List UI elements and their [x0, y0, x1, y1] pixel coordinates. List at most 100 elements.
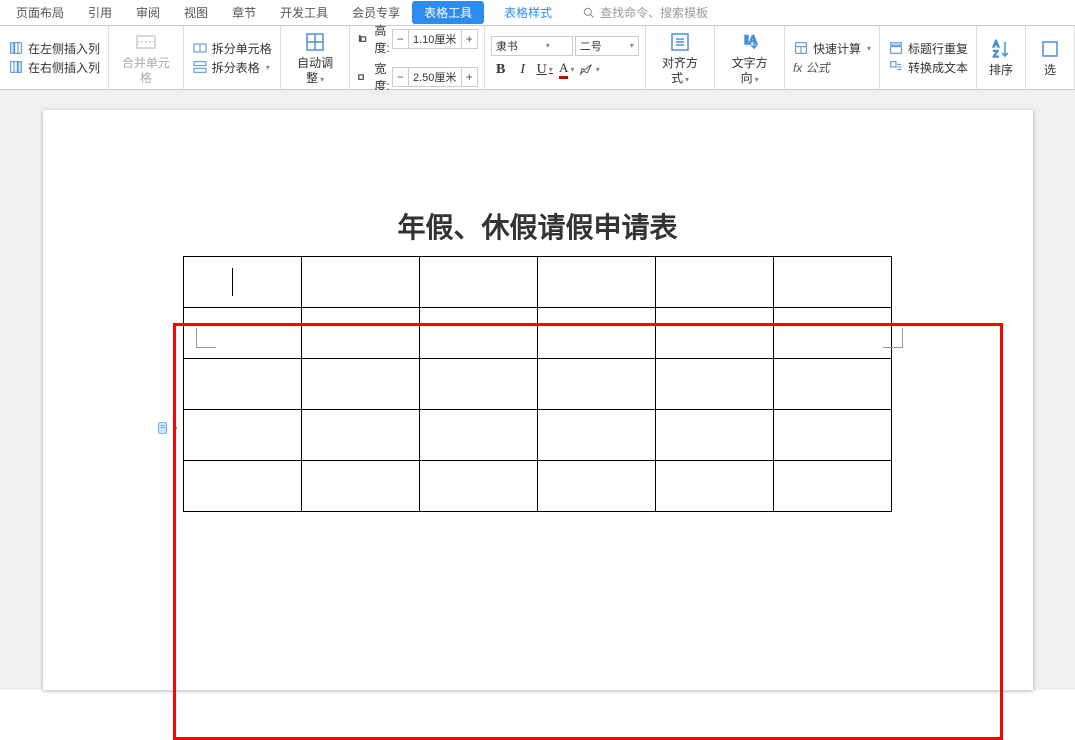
table-cell[interactable]: [774, 461, 892, 512]
auto-fit-button[interactable]: 自动调整▾: [287, 28, 344, 87]
table-cell[interactable]: [302, 461, 420, 512]
table-cell[interactable]: [302, 359, 420, 410]
table-cell[interactable]: [302, 257, 420, 308]
width-icon: □: [356, 69, 372, 85]
height-label: 高度:: [374, 22, 389, 56]
repeat-header-button[interactable]: 标题行重复: [886, 39, 970, 58]
document-table[interactable]: [183, 256, 892, 512]
row-height-spinner[interactable]: − 1.10厘米 +: [392, 29, 478, 49]
insert-right-label: 在右侧插入列: [28, 59, 100, 76]
font-size-combo[interactable]: 二号 ▾: [575, 36, 639, 56]
table-cell[interactable]: [538, 410, 656, 461]
quick-calc-label: 快速计算: [813, 40, 861, 57]
table-cell[interactable]: [420, 359, 538, 410]
width-label: 宽度:: [374, 60, 389, 94]
table-cell[interactable]: [656, 257, 774, 308]
width-plus[interactable]: +: [461, 68, 477, 86]
split-cells-label: 拆分单元格: [212, 40, 272, 57]
table-cell[interactable]: [538, 461, 656, 512]
table-cell[interactable]: [420, 461, 538, 512]
document-canvas[interactable]: ▾ 年假、休假请假申请表: [0, 90, 1075, 690]
tab-review[interactable]: 审阅: [124, 0, 172, 25]
tab-page-layout[interactable]: 页面布局: [4, 0, 76, 25]
table-cell[interactable]: [656, 359, 774, 410]
tab-developer[interactable]: 开发工具: [268, 0, 340, 25]
table-cell[interactable]: [420, 410, 538, 461]
text-direction-label: 文字方向: [732, 56, 768, 84]
convert-text-button[interactable]: 转换成文本: [886, 58, 970, 77]
table-cell[interactable]: [774, 308, 892, 359]
width-minus[interactable]: −: [393, 68, 409, 86]
document-page[interactable]: ▾ 年假、休假请假申请表: [43, 110, 1033, 690]
split-table-button[interactable]: 拆分表格 ▾: [190, 58, 274, 77]
table-cell[interactable]: [538, 308, 656, 359]
font-color-button[interactable]: A▾: [557, 60, 577, 80]
table-cell[interactable]: [420, 257, 538, 308]
table-row[interactable]: [184, 257, 892, 308]
split-cells-icon: [192, 40, 208, 56]
table-cell[interactable]: [420, 308, 538, 359]
table-cell[interactable]: [184, 461, 302, 512]
text-direction-icon: ‖A: [738, 30, 762, 54]
tab-view[interactable]: 视图: [172, 0, 220, 25]
margin-corner-top-left: [196, 328, 216, 348]
table-cell[interactable]: [656, 461, 774, 512]
insert-column-left[interactable]: 在左侧插入列: [6, 39, 102, 58]
chevron-down-icon: ▾: [596, 65, 600, 74]
underline-button[interactable]: U▾: [535, 60, 555, 80]
split-cells-button[interactable]: 拆分单元格: [190, 39, 274, 58]
italic-button[interactable]: I: [513, 60, 533, 80]
table-row[interactable]: [184, 461, 892, 512]
align-label: 对齐方式: [662, 56, 698, 84]
table-row[interactable]: [184, 308, 892, 359]
search-icon: [582, 6, 596, 20]
table-cell[interactable]: [774, 257, 892, 308]
table-cell[interactable]: [774, 410, 892, 461]
chevron-down-icon: ▾: [685, 75, 689, 84]
table-cell[interactable]: [184, 257, 302, 308]
highlight-button[interactable]: ▾: [579, 60, 599, 80]
quick-calc-button[interactable]: 快速计算 ▾: [791, 39, 873, 58]
svg-text:‖A: ‖A: [744, 33, 757, 47]
table-row[interactable]: [184, 359, 892, 410]
text-direction-button[interactable]: ‖A 文字方向▾: [721, 28, 778, 87]
table-cell[interactable]: [184, 359, 302, 410]
tab-section[interactable]: 章节: [220, 0, 268, 25]
chevron-down-icon: ▾: [266, 63, 270, 72]
chevron-down-icon: ▾: [867, 44, 871, 53]
col-width-spinner[interactable]: − 2.50厘米 +: [392, 67, 478, 87]
sort-button[interactable]: AZ 排序: [983, 35, 1019, 79]
paragraph-gutter-button[interactable]: ▾: [156, 420, 178, 436]
table-cell[interactable]: [656, 308, 774, 359]
insert-right-icon: [8, 59, 24, 75]
command-search[interactable]: 查找命令、搜索模板: [582, 4, 708, 21]
table-cell[interactable]: [656, 410, 774, 461]
bold-button[interactable]: B: [491, 60, 511, 80]
tab-table-style[interactable]: 表格样式: [492, 0, 564, 25]
height-plus[interactable]: +: [461, 30, 477, 48]
table-cell[interactable]: [538, 359, 656, 410]
insert-column-right[interactable]: 在右侧插入列: [6, 58, 102, 77]
svg-text:□: □: [359, 72, 364, 81]
select-button[interactable]: 选: [1032, 35, 1068, 79]
font-name-combo[interactable]: 隶书 ▾: [491, 36, 573, 56]
document-title[interactable]: 年假、休假请假申请表: [43, 206, 1033, 246]
table-cell[interactable]: [774, 359, 892, 410]
select-label: 选: [1044, 63, 1056, 77]
height-minus[interactable]: −: [393, 30, 409, 48]
align-icon: [668, 30, 692, 54]
tab-references[interactable]: 引用: [76, 0, 124, 25]
repeat-header-label: 标题行重复: [908, 40, 968, 57]
table-cell[interactable]: [302, 410, 420, 461]
margin-corner-top-right: [883, 328, 903, 348]
table-cell[interactable]: [538, 257, 656, 308]
table-cell[interactable]: [302, 308, 420, 359]
alignment-button[interactable]: 对齐方式▾: [652, 28, 709, 87]
table-cell[interactable]: [184, 410, 302, 461]
convert-text-icon: [888, 59, 904, 75]
table-row[interactable]: [184, 410, 892, 461]
sort-label: 排序: [989, 63, 1013, 77]
formula-button[interactable]: fx 公式: [791, 58, 873, 77]
search-placeholder: 查找命令、搜索模板: [600, 4, 708, 21]
width-value: 2.50厘米: [409, 69, 461, 85]
